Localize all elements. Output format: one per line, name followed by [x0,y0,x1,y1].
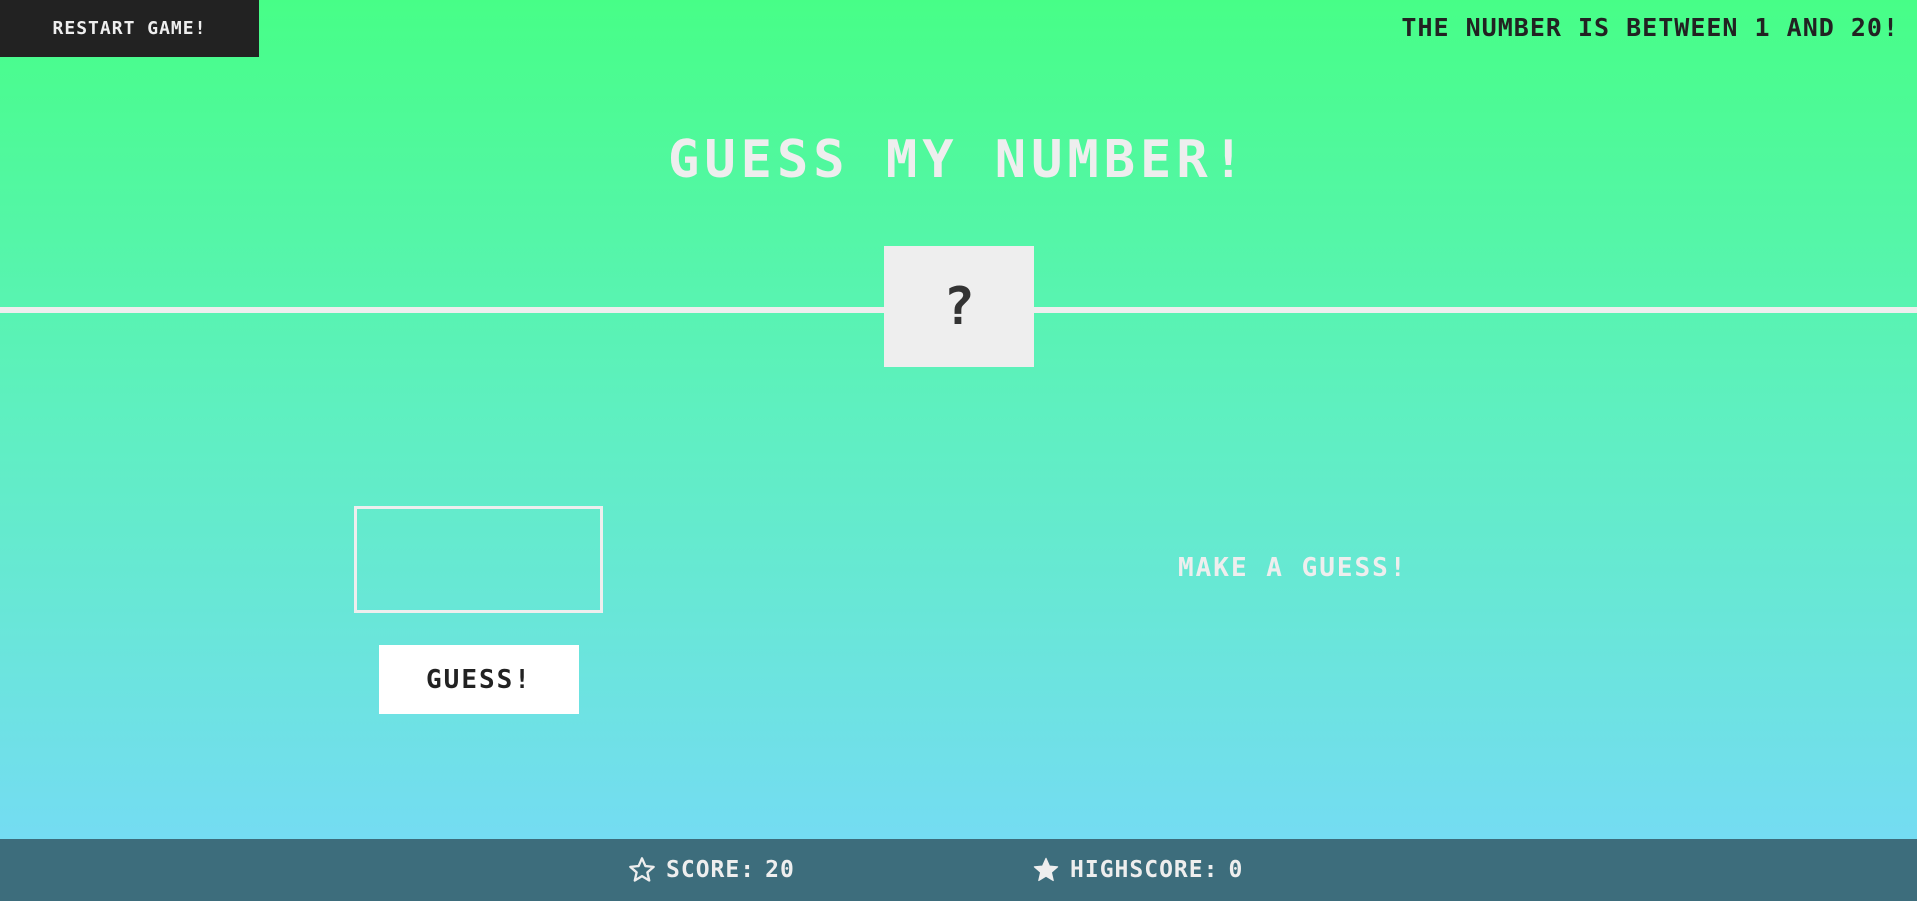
status-message: Make a guess! [1178,553,1408,583]
highscore-label: Highscore: [1070,857,1219,883]
page-title: Guess My Number! [668,130,1249,190]
secret-number-box: ? [884,246,1034,367]
score-label: Score: [666,857,756,883]
score-footer: Score: 20 Highscore: 0 [0,839,1917,901]
secret-number-display: ? [943,276,975,337]
highscore-display: Highscore: 0 [1032,856,1243,884]
guess-input[interactable] [354,506,603,613]
score-display: Score: 20 [628,856,795,884]
guess-button[interactable]: Guess! [379,645,579,714]
star-filled-icon [1033,857,1059,882]
score-value: 20 [765,857,795,883]
restart-game-button[interactable]: Restart Game! [0,0,259,57]
range-hint: The number is between 1 and 20! [1401,13,1899,42]
star-outline-icon [629,857,655,882]
highscore-value: 0 [1228,857,1244,883]
